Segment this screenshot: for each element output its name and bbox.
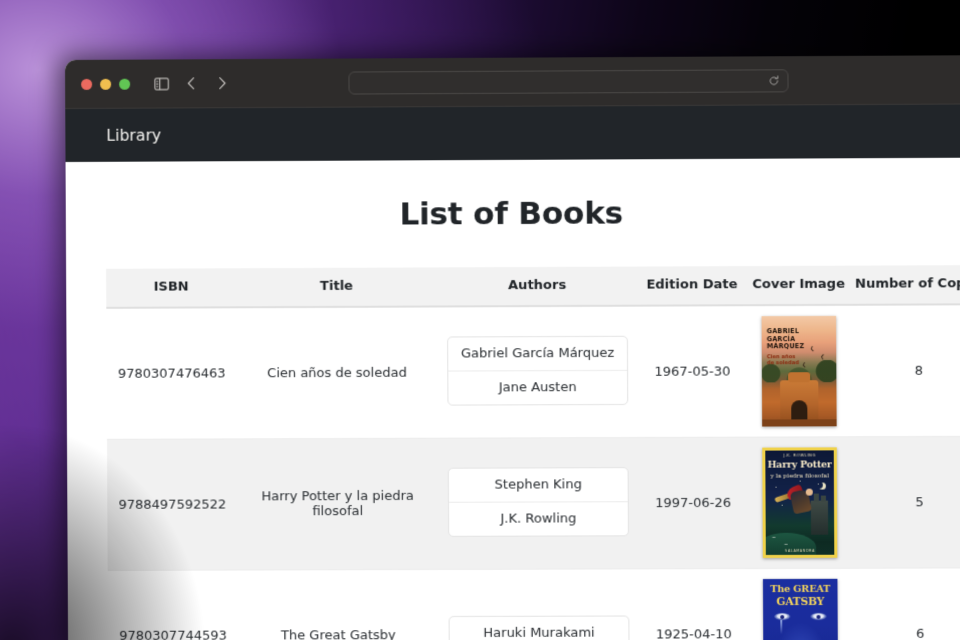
cell-isbn: 9788497592522 bbox=[106, 438, 238, 571]
table-header-row: ISBN Title Authors Edition Date Cover Im… bbox=[106, 265, 960, 308]
maximize-window-button[interactable] bbox=[119, 78, 131, 90]
bird-icon: ❮ bbox=[801, 361, 807, 369]
address-bar[interactable] bbox=[348, 68, 789, 95]
minimize-window-button[interactable] bbox=[100, 78, 112, 90]
desktop-background: Library List of Books ISBN Title Authors… bbox=[0, 0, 960, 640]
table-row[interactable]: 9780307476463 Cien años de soledad Gabri… bbox=[106, 304, 960, 440]
cover-inner: J.K. ROWLING Harry Potter y la piedra fi… bbox=[765, 450, 835, 555]
author-item: Jane Austen bbox=[448, 369, 628, 405]
cell-isbn: 9780307476463 bbox=[106, 307, 238, 440]
author-item: Stephen King bbox=[494, 476, 582, 493]
moon-icon bbox=[816, 482, 823, 489]
cell-cover-image: GABRIEL GARCÍA MÁRQUEZ Cien años de sole… bbox=[746, 304, 852, 438]
table-row[interactable]: 9788497592522 Harry Potter y la piedra f… bbox=[106, 436, 960, 571]
cover-subtitle-text: y la piedra filosofal bbox=[770, 472, 829, 480]
cell-edition-date: 1997-06-26 bbox=[638, 437, 748, 569]
cell-authors: Gabriel García Márquez Jane Austen bbox=[436, 305, 639, 439]
swan-icon: ~ bbox=[783, 541, 789, 548]
authors-card: Haruki Murakami bbox=[448, 615, 630, 640]
swan-icon: ~ bbox=[771, 534, 777, 541]
star-icon bbox=[799, 480, 802, 482]
cover-tear-shape bbox=[780, 620, 783, 635]
cell-number-of-copies: 5 bbox=[851, 436, 960, 569]
authors-card: Stephen King J.K. Rowling bbox=[447, 466, 629, 537]
window-controls bbox=[81, 78, 131, 90]
column-header-edition-date: Edition Date bbox=[637, 266, 747, 306]
column-header-authors: Authors bbox=[436, 266, 638, 307]
column-header-title: Title bbox=[236, 267, 437, 308]
back-navigation-icon[interactable] bbox=[178, 70, 204, 96]
page-content: List of Books ISBN Title Authors Edition… bbox=[65, 157, 960, 640]
cover-publisher-text: SALAMANDRA bbox=[785, 548, 816, 553]
cell-authors: Haruki Murakami bbox=[438, 568, 640, 640]
forward-navigation-icon[interactable] bbox=[208, 70, 234, 96]
star-icon bbox=[781, 504, 784, 507]
cell-title: Cien años de soledad bbox=[236, 306, 438, 439]
address-bar-container bbox=[238, 68, 899, 95]
eye-icon bbox=[774, 613, 791, 621]
cell-title: Harry Potter y la piedra filosofal bbox=[237, 438, 439, 571]
cell-isbn: 9780307744593 bbox=[107, 570, 239, 640]
close-window-button[interactable] bbox=[81, 78, 93, 90]
cell-title: The Great Gatsby bbox=[237, 569, 439, 640]
star-icon bbox=[775, 486, 777, 489]
author-item: J.K. Rowling bbox=[448, 500, 628, 536]
cover-title-text: The GREAT bbox=[770, 583, 831, 596]
author-item: Haruki Murakami bbox=[483, 625, 595, 640]
cell-cover-image: The GREAT GATSBY F. SCOTT FITZGERALD bbox=[747, 568, 854, 640]
navbar-brand-library[interactable]: Library bbox=[106, 126, 161, 144]
column-header-cover-image: Cover Image bbox=[746, 265, 852, 306]
author-item: Gabriel García Márquez bbox=[460, 345, 615, 361]
cell-number-of-copies: 8 bbox=[851, 304, 960, 437]
table-row[interactable]: 9780307744593 The Great Gatsby Haruki Mu… bbox=[107, 567, 960, 640]
reload-icon[interactable] bbox=[768, 75, 779, 86]
cover-author-text: GABRIEL GARCÍA MÁRQUEZ bbox=[766, 327, 805, 351]
address-bar-text bbox=[360, 80, 769, 82]
eye-icon bbox=[810, 612, 827, 621]
cover-title-text: Cien años de soledad bbox=[766, 354, 799, 367]
column-header-isbn: ISBN bbox=[106, 268, 237, 308]
cover-title-secondary-text: GATSBY bbox=[776, 595, 825, 609]
books-table-body: 9780307476463 Cien años de soledad Gabri… bbox=[106, 304, 960, 640]
cover-head-shape bbox=[805, 488, 813, 496]
browser-window: Library List of Books ISBN Title Authors… bbox=[65, 55, 960, 640]
browser-toolbar bbox=[65, 55, 960, 109]
column-header-number-of-copies: Number of Copies bbox=[850, 265, 960, 305]
cell-edition-date: 1925-04-10 bbox=[639, 568, 749, 640]
cell-number-of-copies: 6 bbox=[852, 567, 960, 640]
cover-title-text: Harry Potter bbox=[767, 459, 832, 471]
book-cover-image: GABRIEL GARCÍA MÁRQUEZ Cien años de sole… bbox=[761, 315, 837, 427]
bird-icon: ❮ bbox=[819, 353, 825, 361]
cover-ground-shape bbox=[762, 419, 837, 427]
cover-gate-shape bbox=[780, 380, 819, 421]
cell-edition-date: 1967-05-30 bbox=[637, 305, 748, 438]
authors-card: Gabriel García Márquez Jane Austen bbox=[447, 335, 629, 406]
cell-authors: Stephen King J.K. Rowling bbox=[437, 437, 640, 570]
cover-castle-shape bbox=[810, 500, 829, 535]
book-cover-image: J.K. ROWLING Harry Potter y la piedra fi… bbox=[762, 447, 838, 558]
cover-author-text: J.K. ROWLING bbox=[783, 452, 816, 458]
books-table: ISBN Title Authors Edition Date Cover Im… bbox=[106, 265, 960, 640]
sidebar-toggle-icon[interactable] bbox=[148, 70, 174, 96]
books-table-header: ISBN Title Authors Edition Date Cover Im… bbox=[106, 265, 960, 308]
app-navbar: Library bbox=[65, 104, 960, 162]
cell-cover-image: J.K. ROWLING Harry Potter y la piedra fi… bbox=[747, 436, 853, 569]
book-cover-image: The GREAT GATSBY F. SCOTT FITZGERALD bbox=[762, 578, 839, 640]
page-title: List of Books bbox=[399, 195, 624, 233]
